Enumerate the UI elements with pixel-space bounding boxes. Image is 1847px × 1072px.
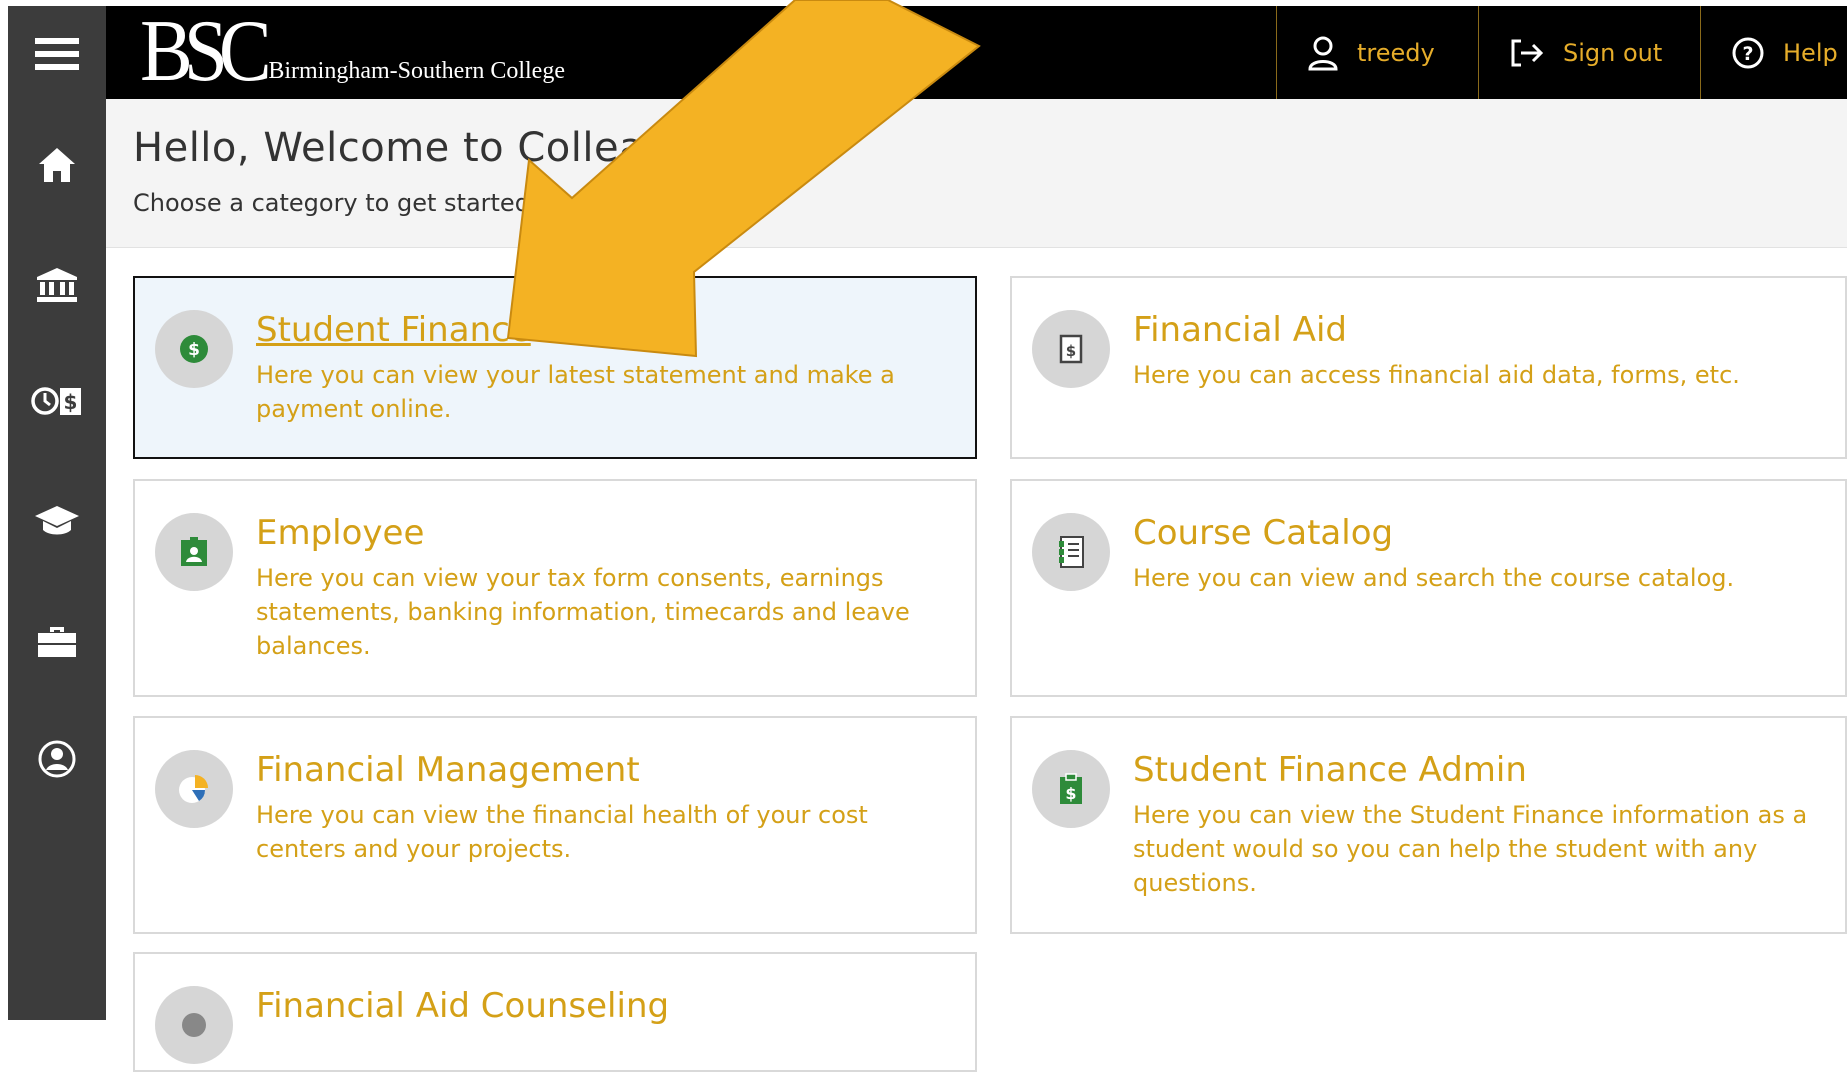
card-icon-wrap: $ [1032,750,1110,828]
sidebar-item-academics[interactable] [8,486,106,556]
user-menu-button[interactable]: treedy [1276,6,1478,99]
signout-button[interactable]: Sign out [1478,6,1700,99]
card-icon-wrap [1032,513,1110,591]
card-financial-management[interactable]: Financial Management Here you can view t… [133,716,977,934]
card-course-catalog[interactable]: Course Catalog Here you can view and sea… [1010,479,1847,697]
logo-letters: BSC [140,3,272,100]
card-description: Here you can view your latest statement … [256,361,895,423]
app-frame: $ BSC Birmingham-Southern College treedy… [0,0,1847,1072]
card-description: Here you can view the financial health o… [256,801,868,863]
card-title[interactable]: Student Finance Admin [1133,750,1527,790]
help-label: Help [1783,38,1838,67]
card-icon-wrap [155,986,233,1064]
card-description: Here you can view and search the course … [1133,564,1735,592]
help-icon: ? [1732,37,1764,68]
svg-text:?: ? [1742,43,1753,65]
dollar-document-icon: $ [1059,334,1083,364]
card-description: Here you can view your tax form consents… [256,564,910,660]
card-title[interactable]: Financial Aid [1133,310,1347,350]
card-student-finance-admin[interactable]: $ Student Finance Admin Here you can vie… [1010,716,1847,934]
id-badge-icon [181,537,207,566]
card-icon-wrap: $ [1032,310,1110,388]
dollar-coin-icon: $ [180,335,208,363]
signout-icon [1511,39,1544,66]
counseling-icon [182,1013,206,1037]
logo-college-name: Birmingham-Southern College [268,58,565,84]
home-icon [39,148,75,182]
svg-text:$: $ [64,390,78,414]
sidebar-item-time-pay[interactable]: $ [8,366,106,436]
card-description: Here you can view the Student Finance in… [1133,801,1808,897]
card-description: Here you can access financial aid data, … [1133,361,1740,389]
card-title[interactable]: Employee [256,513,424,553]
page-subtitle: Choose a category to get started. [133,189,538,217]
clock-dollar-icon: $ [31,387,81,415]
menu-button[interactable] [8,19,106,89]
signout-label: Sign out [1563,38,1663,67]
clipboard-dollar-icon: $ [1060,773,1082,804]
catalog-book-icon [1059,536,1084,568]
card-title[interactable]: Course Catalog [1133,513,1393,553]
user-circle-icon [38,740,76,778]
svg-text:$: $ [188,340,200,360]
card-icon-wrap: $ [155,310,233,388]
svg-text:$: $ [1065,784,1076,803]
card-icon-wrap [155,750,233,828]
card-title[interactable]: Financial Aid Counseling [256,986,669,1026]
card-student-finance[interactable]: $ Student Finance Here you can view your… [133,276,977,459]
menu-icon [35,38,79,70]
help-button[interactable]: ? Help [1700,6,1847,99]
card-financial-aid-counseling[interactable]: Financial Aid Counseling [133,952,977,1072]
card-title[interactable]: Student Finance [256,310,531,350]
sidebar-item-home[interactable] [8,130,106,200]
card-title[interactable]: Financial Management [256,750,640,790]
card-employee[interactable]: Employee Here you can view your tax form… [133,479,977,697]
briefcase-icon [38,627,76,657]
bank-icon [37,268,77,302]
sidebar-item-profile[interactable] [8,724,106,794]
bsc-logo[interactable]: BSC Birmingham-Southern College [140,6,565,99]
card-financial-aid[interactable]: $ Financial Aid Here you can access fina… [1010,276,1847,459]
welcome-panel: Hello, Welcome to Colleagu Choose a cate… [106,99,1847,248]
pie-chart-icon [179,775,208,803]
card-icon-wrap [155,513,233,591]
svg-text:$: $ [1066,342,1076,360]
page-title: Hello, Welcome to Colleagu [133,125,696,171]
sidebar-item-employee[interactable] [8,606,106,676]
user-icon [1308,36,1338,70]
graduation-cap-icon [35,506,79,535]
user-name: treedy [1357,38,1435,67]
sidebar-item-finance[interactable] [8,250,106,320]
top-header: BSC Birmingham-Southern College treedy S… [106,6,1847,99]
left-sidebar: $ [8,6,106,1020]
